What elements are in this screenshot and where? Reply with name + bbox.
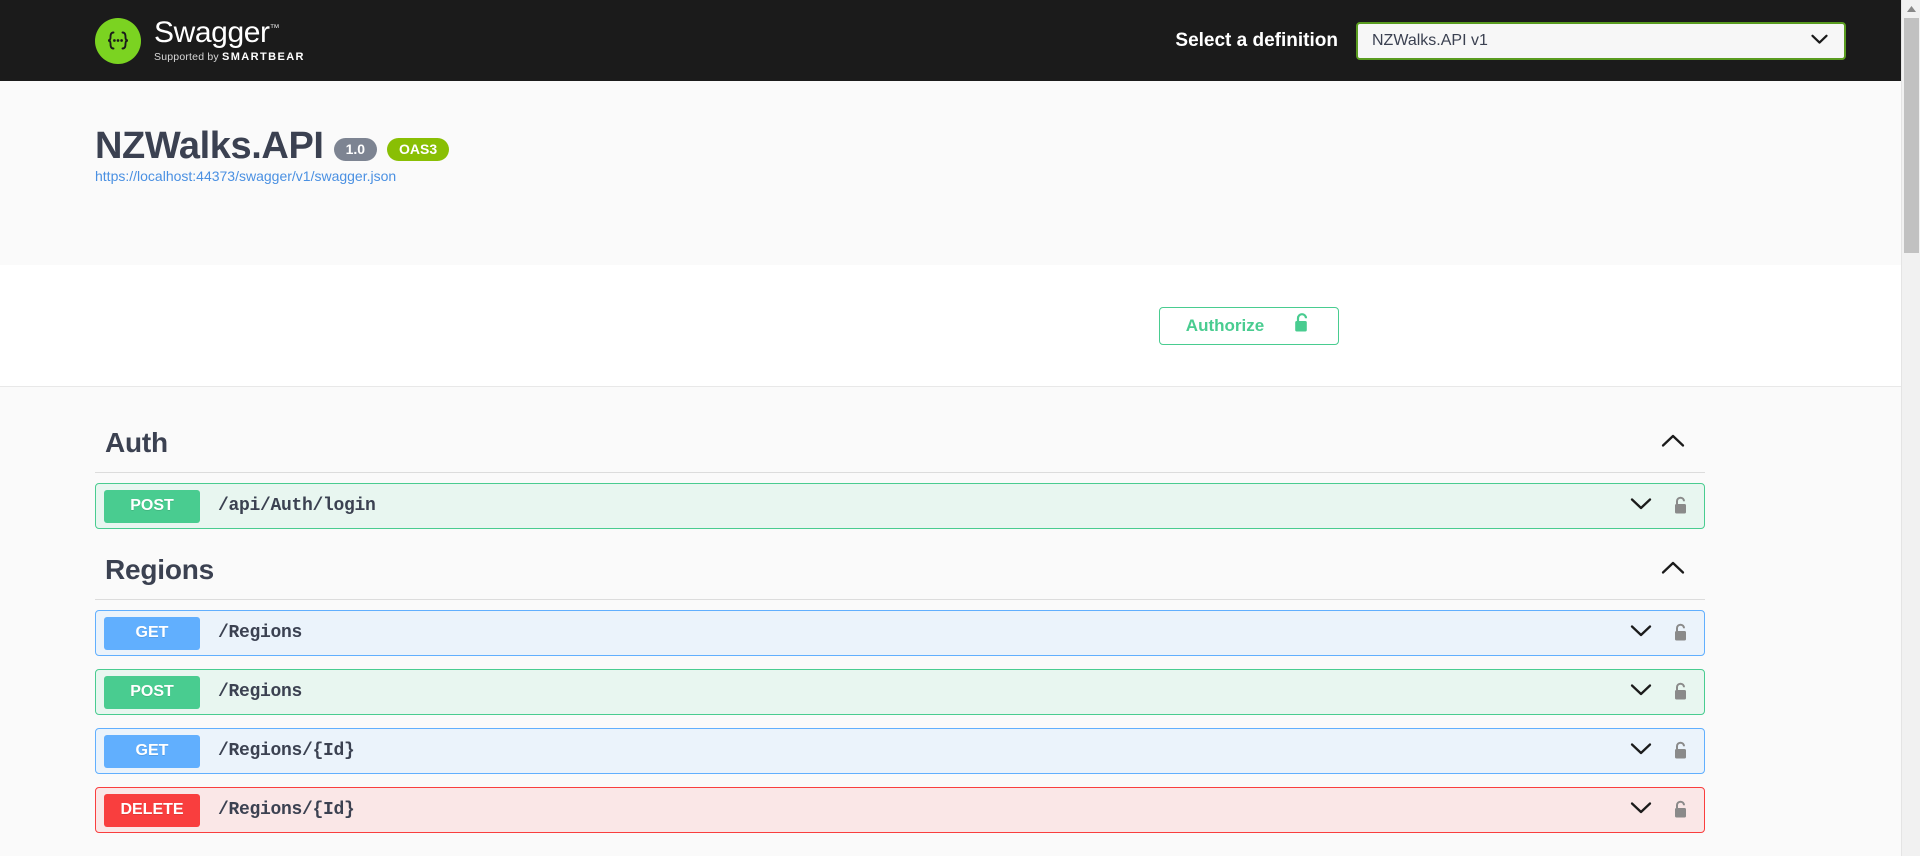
operation-path: /Regions/{Id} (218, 800, 355, 820)
operation-controls (1630, 496, 1704, 516)
operation-row[interactable]: POST/Regions (95, 669, 1705, 715)
supported-by-text: Supported by (154, 51, 219, 63)
tag-section: Regions GET/Regions POST/Regions GET/Region… (95, 542, 1705, 833)
select-definition-label: Select a definition (1175, 29, 1338, 51)
tag-name: Regions (105, 554, 215, 585)
authorize-button-label: Authorize (1185, 315, 1265, 335)
operation-row[interactable]: GET/Regions (95, 610, 1705, 656)
tag-header-auth[interactable]: Auth (95, 415, 1705, 473)
supported-by-line: Supported by SMARTBEAR (154, 52, 305, 63)
operations-area: Auth POST/api/Auth/login Regions GET/Region… (0, 387, 1901, 833)
chevron-down-icon (1811, 32, 1828, 50)
operation-controls (1630, 623, 1704, 643)
swagger-brace-icon (95, 17, 141, 64)
chevron-down-icon[interactable] (1630, 683, 1652, 702)
operation-controls (1630, 741, 1704, 761)
definition-select[interactable]: NZWalks.API v1 (1356, 21, 1846, 60)
page-title: NZWalks.API (95, 125, 324, 167)
operation-path: /Regions (218, 623, 303, 643)
spec-url-link[interactable]: https://localhost:44373/swagger/v1/swagg… (95, 168, 396, 184)
trademark-icon: ™ (269, 23, 280, 34)
unlock-icon[interactable] (1672, 496, 1689, 516)
scroll-up-button[interactable] (1902, 0, 1920, 18)
operation-row[interactable]: DELETE/Regions/{Id} (95, 787, 1705, 833)
definition-select-value: NZWalks.API v1 (1372, 31, 1488, 49)
api-title-row: NZWalks.API 1.0 OAS3 (95, 125, 1901, 168)
operation-path: /Regions (218, 682, 303, 702)
swagger-logo-text: Swagger™ Supported by SMARTBEAR (154, 18, 305, 63)
swagger-wordmark-text: Swagger (154, 16, 270, 49)
tag-name: Auth (105, 427, 168, 458)
http-method-badge: DELETE (104, 793, 200, 827)
definition-selector-group: Select a definition NZWalks.API v1 (1175, 21, 1901, 60)
tag-section: Auth POST/api/Auth/login (95, 415, 1705, 529)
swagger-logo[interactable]: Swagger™ Supported by SMARTBEAR (95, 17, 305, 64)
tag-sections: Auth POST/api/Auth/login Regions GET/Region… (0, 415, 1800, 833)
chevron-down-icon[interactable] (1630, 497, 1652, 516)
http-method-badge: POST (104, 489, 200, 523)
authorize-button[interactable]: Authorize (1159, 306, 1339, 345)
swagger-wordmark: Swagger™ (154, 18, 305, 48)
http-method-badge: GET (104, 734, 200, 768)
operation-path: /Regions/{Id} (218, 741, 355, 761)
scrollbar-track[interactable] (1902, 18, 1920, 856)
chevron-down-icon[interactable] (1630, 801, 1652, 820)
tag-header-regions[interactable]: Regions (95, 542, 1705, 600)
operation-row[interactable]: POST/api/Auth/login (95, 483, 1705, 529)
chevron-up-icon[interactable] (1661, 560, 1695, 580)
http-method-badge: GET (104, 616, 200, 650)
oas-badge: OAS3 (387, 138, 450, 161)
authorize-band-inner: Authorize (0, 306, 1901, 345)
swagger-ui-page: Swagger™ Supported by SMARTBEAR Select a… (0, 0, 1920, 856)
chevron-up-icon[interactable] (1661, 433, 1695, 453)
operation-row[interactable]: GET/Regions/{Id} (95, 728, 1705, 774)
authorize-band: Authorize (0, 265, 1901, 387)
smartbear-brand: SMARTBEAR (222, 51, 305, 63)
operation-path: /api/Auth/login (218, 496, 376, 516)
scrollbar-thumb[interactable] (1904, 18, 1919, 253)
unlock-icon[interactable] (1672, 682, 1689, 702)
api-info-band: NZWalks.API 1.0 OAS3 https://localhost:4… (0, 81, 1901, 265)
unlock-icon[interactable] (1672, 741, 1689, 761)
chevron-down-icon[interactable] (1630, 624, 1652, 643)
unlock-icon[interactable] (1672, 800, 1689, 820)
vertical-scrollbar[interactable] (1901, 0, 1920, 856)
api-info: NZWalks.API 1.0 OAS3 https://localhost:4… (0, 125, 1901, 186)
unlock-icon (1292, 312, 1312, 339)
version-badge: 1.0 (333, 138, 378, 161)
top-bar: Swagger™ Supported by SMARTBEAR Select a… (0, 0, 1901, 81)
unlock-icon[interactable] (1672, 623, 1689, 643)
operation-controls (1630, 682, 1704, 702)
operation-controls (1630, 800, 1704, 820)
http-method-badge: POST (104, 675, 200, 709)
scroll-viewport: Swagger™ Supported by SMARTBEAR Select a… (0, 0, 1901, 856)
chevron-down-icon[interactable] (1630, 742, 1652, 761)
